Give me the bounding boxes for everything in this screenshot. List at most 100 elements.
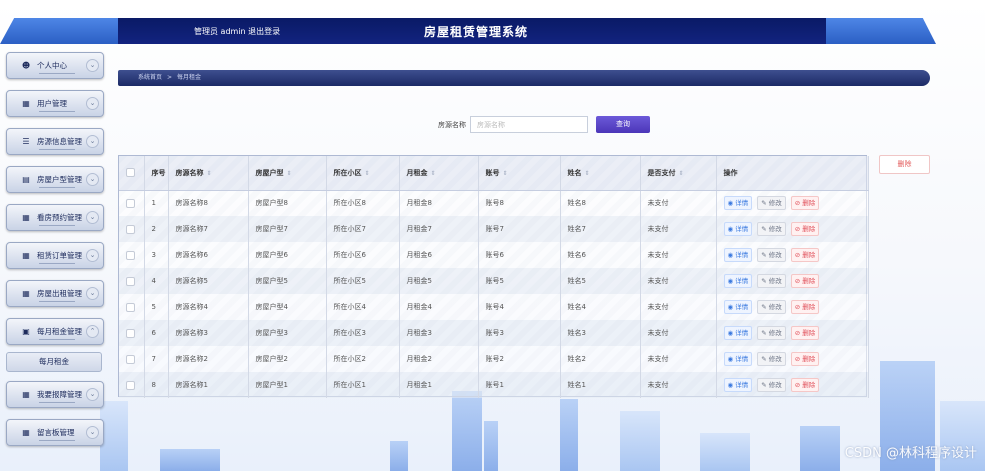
cell-index: 5 — [144, 294, 169, 320]
edit-button[interactable]: ✎ 修改 — [757, 352, 786, 366]
batch-delete-button[interactable]: 删除 — [879, 155, 930, 174]
edit-button[interactable]: ✎ 修改 — [757, 248, 786, 262]
sidebar-item-message-board[interactable]: ▦ 留言板管理 ⌄ — [6, 419, 104, 446]
chevron-down-icon: ⌄ — [86, 97, 99, 110]
cell-name: 房源名称6 — [168, 242, 249, 268]
cell-person: 姓名7 — [560, 216, 641, 242]
cell-account: 账号7 — [478, 216, 561, 242]
row-checkbox-cell — [119, 346, 145, 372]
cell-type: 房屋户型8 — [248, 190, 327, 216]
delete-button[interactable]: ⊘ 删除 — [790, 196, 820, 211]
cell-account: 账号6 — [478, 242, 561, 268]
delete-button[interactable]: ⊘ 删除 — [790, 222, 820, 236]
cell-paid: 未支付 — [640, 190, 717, 216]
cell-actions: ◉ 详情 ✎ 修改 ⊘ 删除 — [716, 268, 869, 294]
delete-button[interactable]: ⊘ 删除 — [790, 300, 820, 314]
grid-icon: ▦ — [22, 390, 30, 399]
col-header-rent[interactable]: 月租金 ⇕ — [399, 156, 479, 191]
cell-person: 姓名6 — [560, 242, 641, 268]
row-checkbox[interactable] — [126, 276, 135, 286]
sidebar-item-house-rental[interactable]: ▦ 房屋出租管理 ⌄ — [6, 280, 104, 307]
detail-button[interactable]: ◉ 详情 — [723, 300, 753, 314]
row-checkbox[interactable] — [126, 250, 135, 260]
cell-actions: ◉ 详情 ✎ 修改 ⊘ 删除 — [716, 320, 869, 346]
delete-button[interactable]: ⊘ 删除 — [790, 274, 820, 288]
sort-icon: ⇕ — [206, 169, 212, 177]
cell-name: 房源名称4 — [168, 294, 249, 320]
row-checkbox[interactable] — [126, 328, 135, 338]
grid-icon: ▦ — [22, 213, 30, 222]
row-checkbox[interactable] — [126, 224, 135, 234]
col-header-person[interactable]: 姓名 ⇕ — [560, 156, 641, 191]
sidebar-subitem-monthly-rent[interactable]: 每月租金 — [6, 352, 102, 372]
delete-button[interactable]: ⊘ 删除 — [790, 326, 820, 340]
detail-button[interactable]: ◉ 详情 — [723, 222, 753, 236]
detail-button[interactable]: ◉ 详情 — [723, 196, 753, 211]
cell-type: 房屋户型2 — [248, 346, 327, 372]
breadcrumb-home[interactable]: 系统首页 — [138, 74, 162, 81]
detail-button[interactable]: ◉ 详情 — [723, 274, 753, 288]
sidebar-item-rental-order[interactable]: ▦ 租赁订单管理 ⌄ — [6, 242, 104, 269]
sidebar-item-unit-type-management[interactable]: ▤ 房屋户型管理 ⌄ — [6, 166, 104, 193]
cell-community: 所在小区3 — [326, 320, 400, 346]
cell-community: 所在小区6 — [326, 242, 400, 268]
chevron-down-icon: ⌄ — [86, 426, 99, 439]
cell-rent: 月租金6 — [399, 242, 479, 268]
sort-icon: ⇕ — [430, 169, 436, 177]
row-checkbox[interactable] — [126, 302, 135, 312]
sidebar-item-listing-management[interactable]: ☰ 房源信息管理 ⌄ — [6, 128, 104, 155]
col-header-paid[interactable]: 是否支付 ⇕ — [640, 156, 717, 191]
delete-button[interactable]: ⊘ 删除 — [790, 352, 820, 366]
cell-actions: ◉ 详情 ✎ 修改 ⊘ 删除 — [716, 346, 869, 372]
row-checkbox-cell — [119, 190, 145, 216]
cell-rent: 月租金2 — [399, 346, 479, 372]
row-checkbox-cell — [119, 242, 145, 268]
cell-community: 所在小区7 — [326, 216, 400, 242]
sidebar-item-fault-report[interactable]: ▦ 我要报障管理 ⌄ — [6, 381, 104, 408]
col-header-account[interactable]: 账号 ⇕ — [478, 156, 561, 191]
col-header-type[interactable]: 房屋户型 ⇕ — [248, 156, 327, 191]
user-logout-link[interactable]: 管理员 admin 退出登录 — [194, 26, 280, 37]
col-header-community[interactable]: 所在小区 ⇕ — [326, 156, 400, 191]
pencil-icon: ✎ — [761, 381, 769, 389]
col-header-name[interactable]: 房源名称 ⇕ — [168, 156, 249, 191]
detail-button[interactable]: ◉ 详情 — [723, 326, 753, 340]
detail-button[interactable]: ◉ 详情 — [723, 248, 753, 262]
edit-button[interactable]: ✎ 修改 — [757, 274, 786, 288]
cell-community: 所在小区8 — [326, 190, 400, 216]
delete-button[interactable]: ⊘ 删除 — [790, 248, 820, 262]
cell-type: 房屋户型6 — [248, 242, 327, 268]
row-checkbox[interactable] — [126, 354, 135, 364]
sidebar-item-viewing-appointment[interactable]: ▦ 看房预约管理 ⌄ — [6, 204, 104, 231]
delete-button[interactable]: ⊘ 删除 — [790, 378, 820, 392]
chevron-down-icon: ⌄ — [86, 249, 99, 262]
sort-icon: ⇕ — [502, 169, 508, 177]
edit-button[interactable]: ✎ 修改 — [757, 222, 786, 236]
table-header-row: 序号 房源名称 ⇕ 房屋户型 ⇕ 所在小区 ⇕ 月租金 ⇕ 账号 ⇕ 姓名 ⇕ 是否支付 ⇕ … — [119, 156, 869, 191]
grid-icon: ▦ — [22, 251, 30, 260]
cell-person: 姓名1 — [560, 372, 641, 398]
detail-button[interactable]: ◉ 详情 — [723, 378, 753, 392]
top-header: 管理员 admin 退出登录 房屋租赁管理系统 — [0, 18, 985, 44]
row-checkbox[interactable] — [126, 198, 135, 208]
sidebar: ☻ 个人中心 ⌄ ▦ 用户管理 ⌄ ☰ 房源信息管理 ⌄ ▤ 房屋户型管理 ⌄ … — [6, 52, 104, 457]
sidebar-item-monthly-rent[interactable]: ▣ 每月租金管理 ⌃ — [6, 318, 104, 345]
sidebar-item-user-management[interactable]: ▦ 用户管理 ⌄ — [6, 90, 104, 117]
cell-actions: ◉ 详情 ✎ 修改 ⊘ 删除 — [716, 190, 869, 216]
edit-button[interactable]: ✎ 修改 — [757, 196, 786, 211]
search-input[interactable] — [470, 116, 588, 133]
row-checkbox[interactable] — [126, 380, 135, 390]
cell-index: 1 — [144, 190, 169, 216]
select-all-checkbox[interactable] — [126, 168, 135, 178]
edit-button[interactable]: ✎ 修改 — [757, 300, 786, 314]
cell-name: 房源名称8 — [168, 190, 249, 216]
detail-button[interactable]: ◉ 详情 — [723, 352, 753, 366]
edit-button[interactable]: ✎ 修改 — [757, 326, 786, 340]
cell-rent: 月租金5 — [399, 268, 479, 294]
cell-type: 房屋户型7 — [248, 216, 327, 242]
col-header-index: 序号 — [144, 156, 169, 191]
sidebar-item-personal-center[interactable]: ☻ 个人中心 ⌄ — [6, 52, 104, 79]
edit-button[interactable]: ✎ 修改 — [757, 378, 786, 392]
grid-icon: ▦ — [22, 428, 30, 437]
query-button[interactable]: 查询 — [596, 116, 650, 133]
